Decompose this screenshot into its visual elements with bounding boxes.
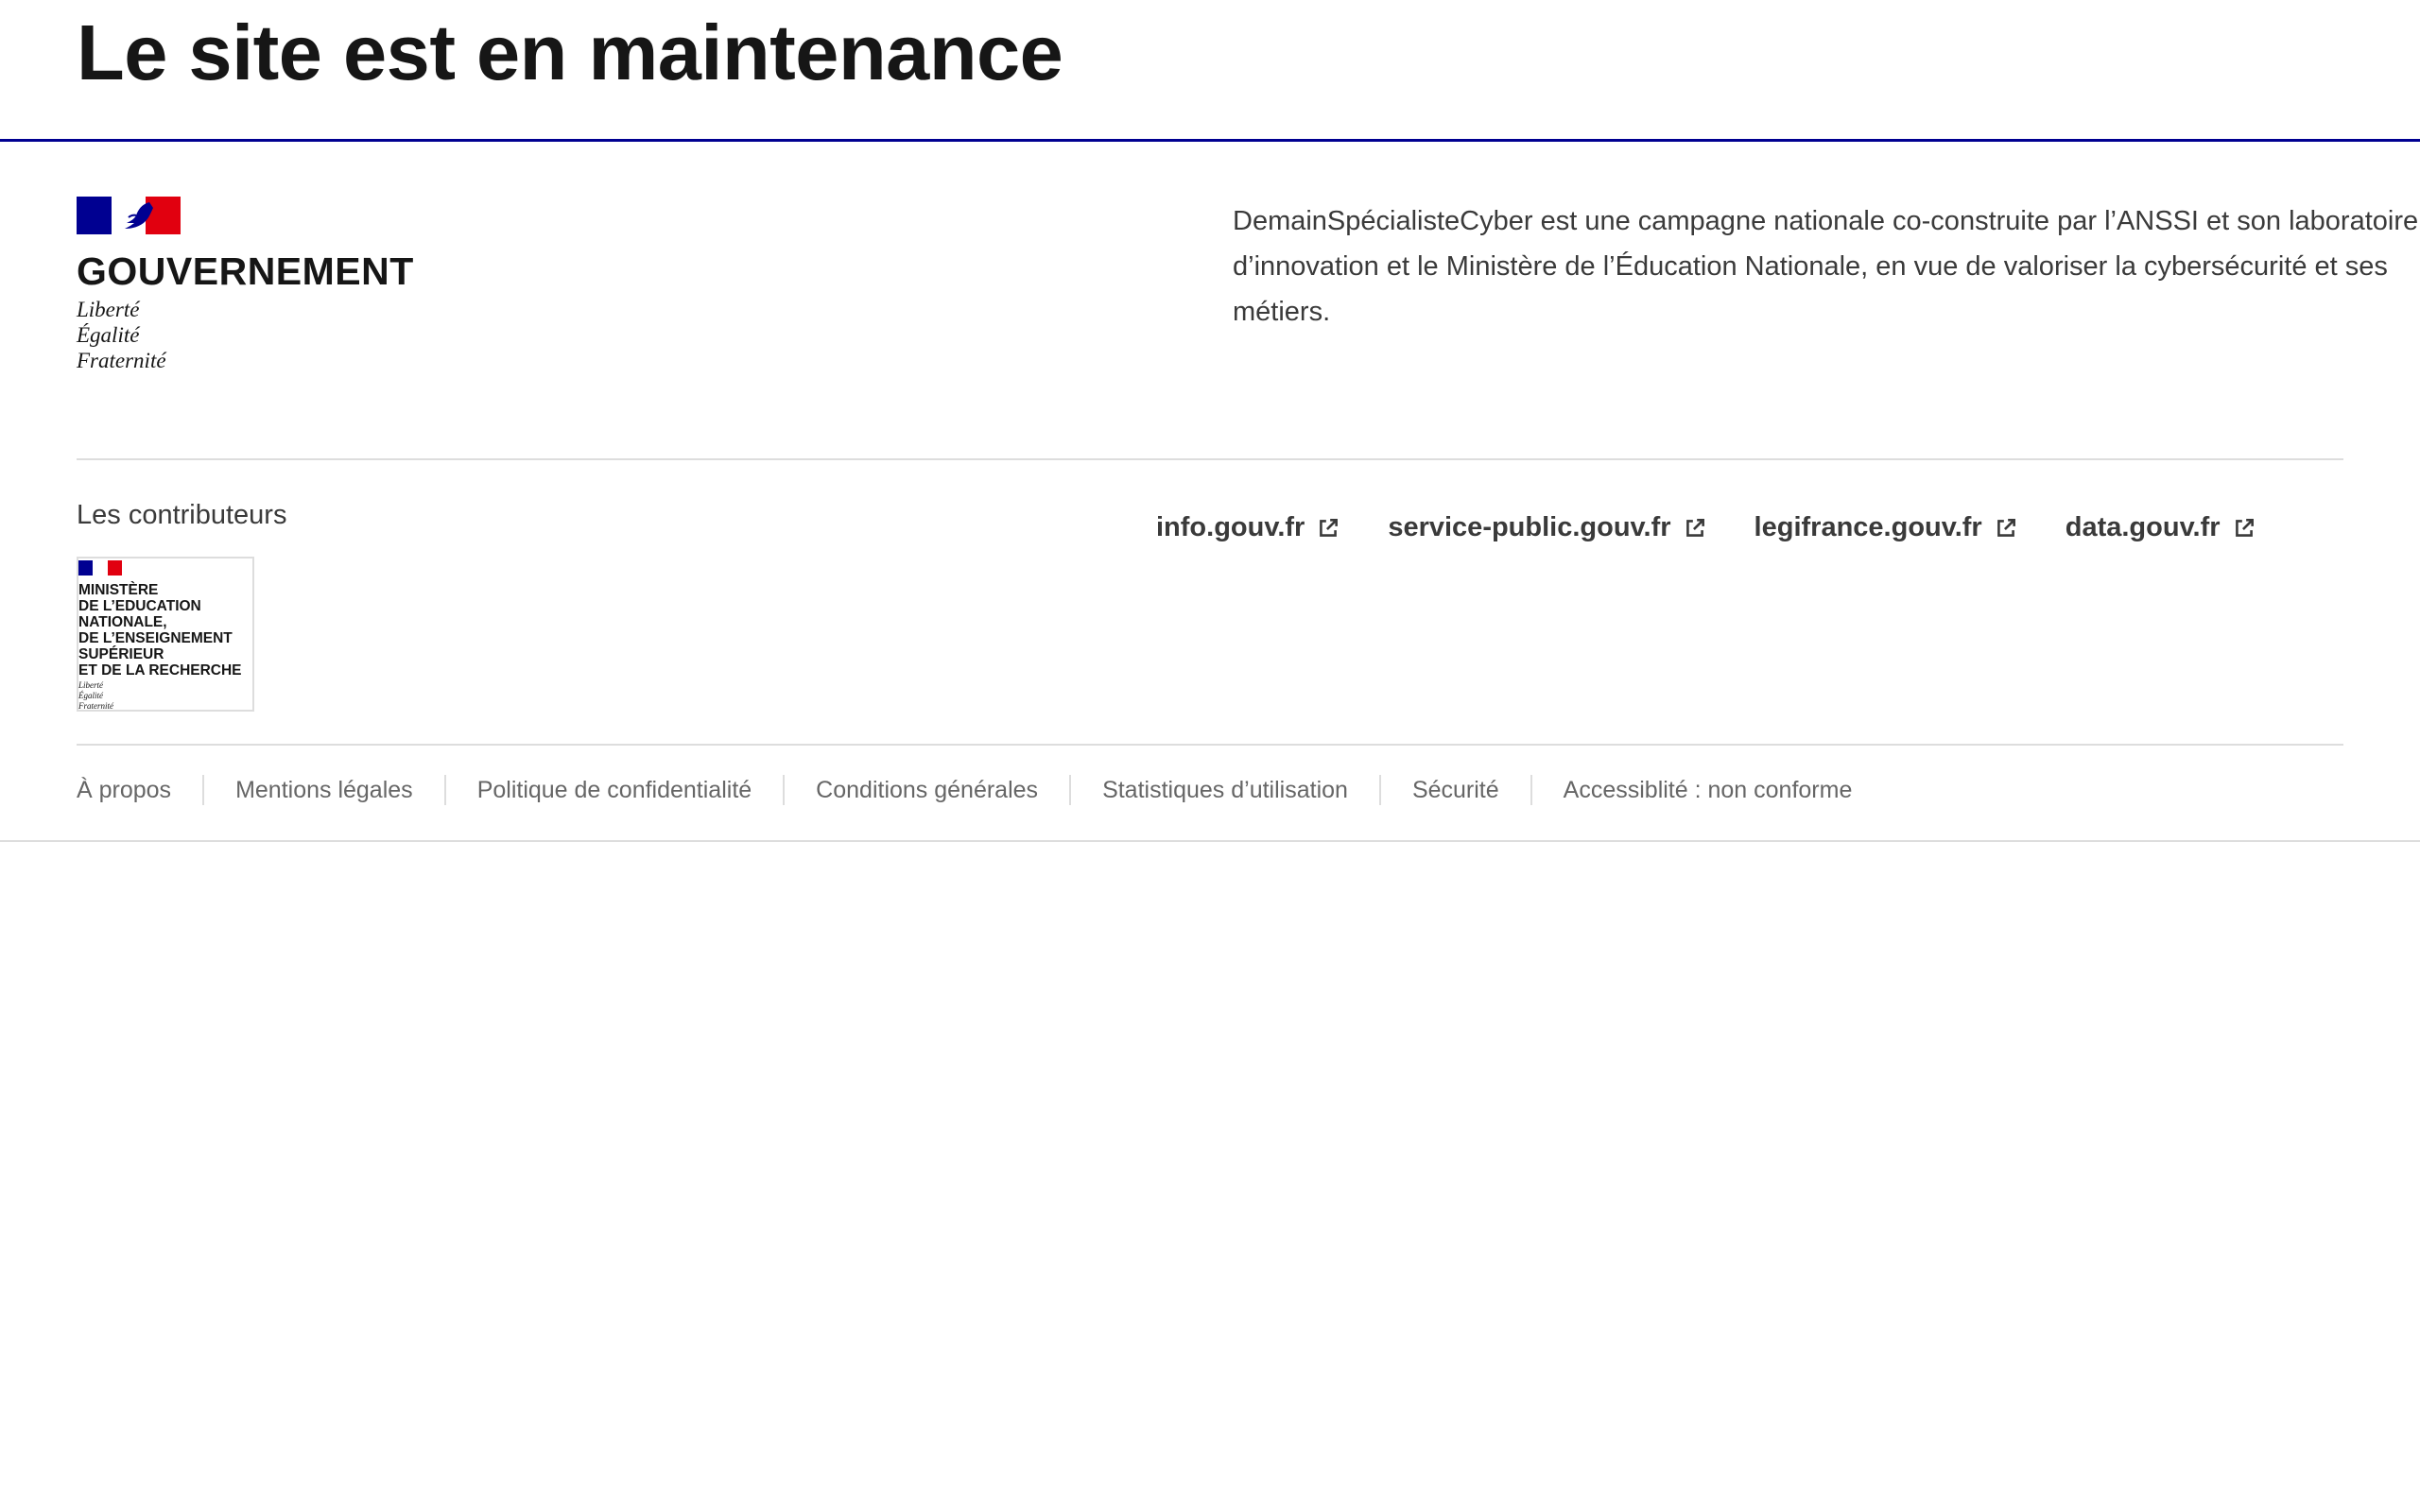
motto-liberte: Liberté bbox=[78, 680, 103, 690]
government-logo[interactable]: GOUVERNEMENT Liberté Égalité Fraternité bbox=[77, 197, 436, 373]
link-label: Statistiques d’utilisation bbox=[1102, 776, 1348, 803]
partners-title: Les contributeurs bbox=[77, 500, 287, 530]
motto-egalite: Égalité bbox=[78, 691, 103, 700]
page-header: Le site est en maintenance bbox=[0, 0, 2420, 139]
footer-bottom-links: À propos Mentions légales Politique de c… bbox=[77, 743, 2343, 837]
footer-main: GOUVERNEMENT Liberté Égalité Fraternité … bbox=[77, 142, 2418, 458]
motto-liberte: Liberté bbox=[77, 298, 140, 321]
link-politique-confidentialite[interactable]: Politique de confidentialité bbox=[413, 775, 752, 805]
footer-bottom-border bbox=[0, 840, 2420, 842]
marianne-icon bbox=[124, 202, 153, 229]
link-label: À propos bbox=[77, 776, 172, 803]
link-securite[interactable]: Sécurité bbox=[1348, 775, 1499, 805]
link-label: Politique de confidentialité bbox=[476, 776, 752, 803]
link-label: Conditions générales bbox=[816, 776, 1039, 803]
motto-fraternite: Fraternité bbox=[78, 701, 113, 711]
link-a-propos[interactable]: À propos bbox=[77, 777, 171, 804]
government-motto: Liberté Égalité Fraternité bbox=[77, 297, 436, 373]
french-flag-icon bbox=[77, 197, 182, 234]
ministry-motto: Liberté Égalité Fraternité bbox=[78, 680, 252, 712]
link-label: Sécurité bbox=[1411, 776, 1499, 803]
footer-description: DemainSpécialisteCyber est une campagne … bbox=[1233, 206, 2419, 327]
link-label: Accessiblité : non conforme bbox=[1563, 776, 1853, 803]
ministry-name: MINISTÈRE DE L’EDUCATION NATIONALE, DE L… bbox=[78, 582, 242, 679]
french-flag-icon bbox=[78, 560, 122, 576]
footer: GOUVERNEMENT Liberté Égalité Fraternité … bbox=[0, 142, 2420, 842]
motto-fraternite: Fraternité bbox=[77, 349, 166, 372]
link-accessibilite[interactable]: Accessiblité : non conforme bbox=[1499, 775, 1853, 805]
partner-logo-ministere-education[interactable]: MINISTÈRE DE L’EDUCATION NATIONALE, DE L… bbox=[77, 557, 254, 712]
partners-section: Les contributeurs MINISTÈRE DE L’EDUCATI… bbox=[77, 460, 2343, 744]
government-name: GOUVERNEMENT bbox=[77, 249, 414, 293]
motto-egalite: Égalité bbox=[77, 323, 140, 347]
link-conditions-generales[interactable]: Conditions générales bbox=[752, 775, 1038, 805]
link-statistiques[interactable]: Statistiques d’utilisation bbox=[1038, 775, 1348, 805]
link-mentions-legales[interactable]: Mentions légales bbox=[171, 775, 413, 805]
page-title: Le site est en maintenance bbox=[77, 9, 1063, 96]
link-label: Mentions légales bbox=[235, 776, 413, 803]
